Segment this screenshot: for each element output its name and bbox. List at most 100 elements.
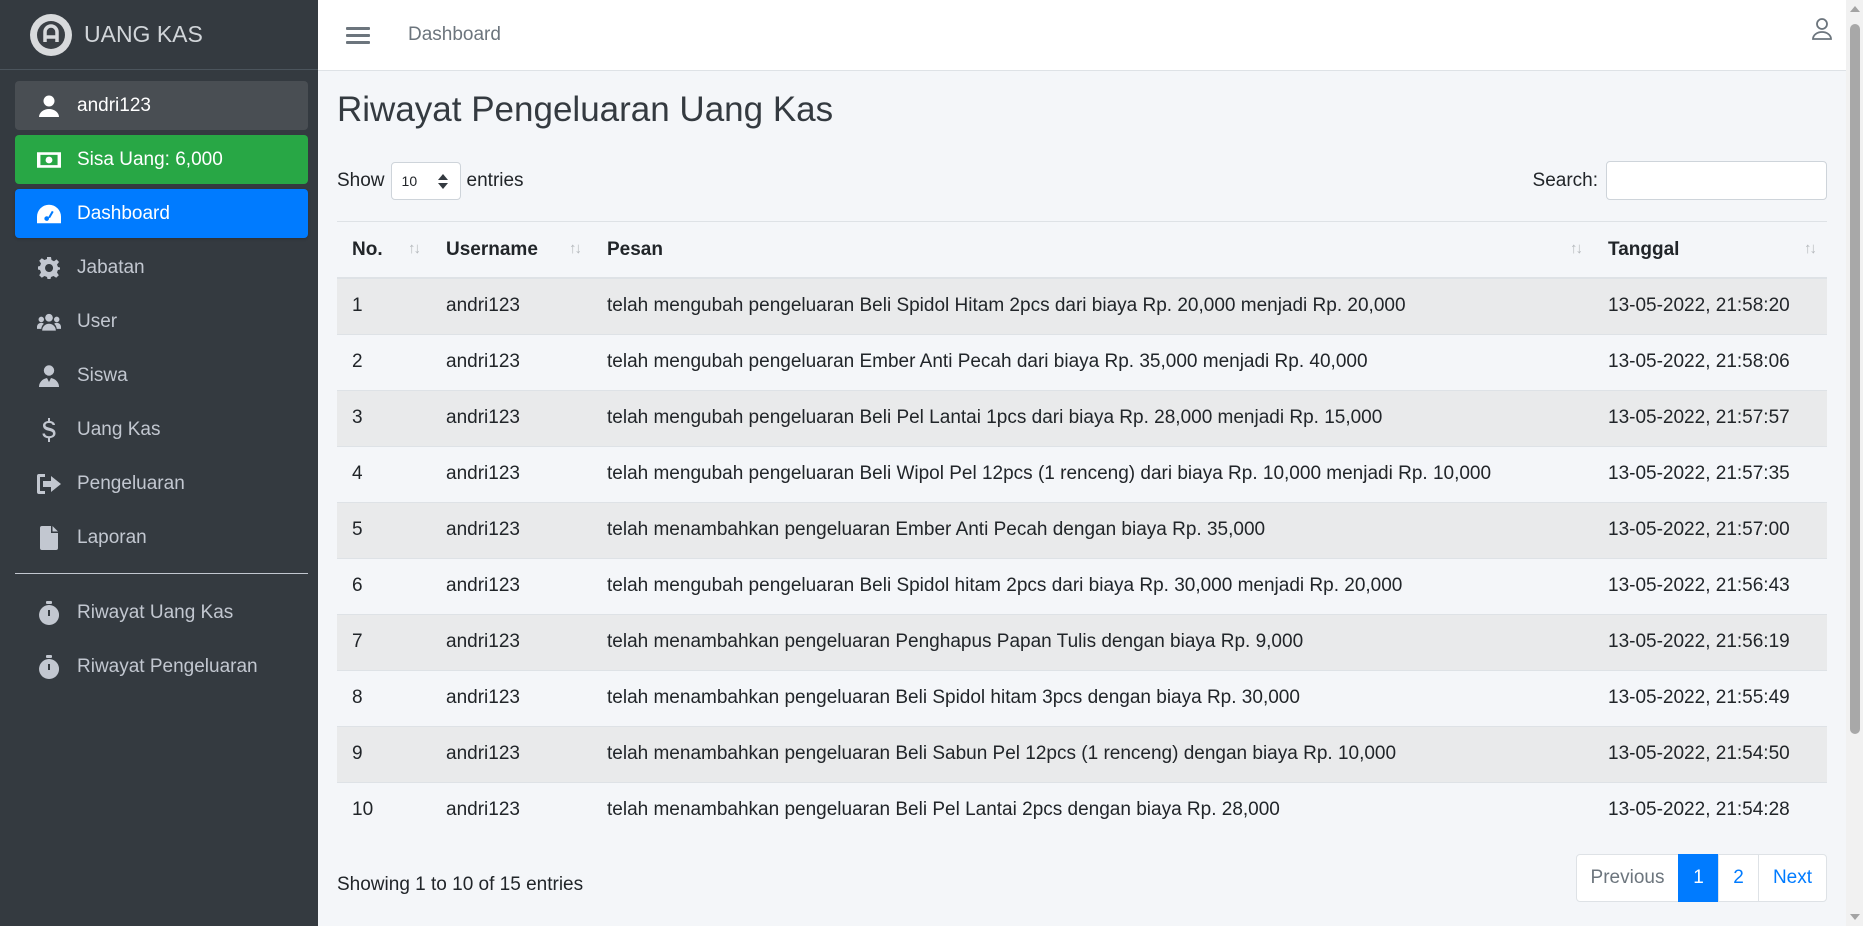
search-input[interactable]: [1606, 161, 1827, 200]
page-title: Riwayat Pengeluaran Uang Kas: [337, 90, 834, 129]
file-icon: [37, 525, 61, 550]
cell-pesan: telah mengubah pengeluaran Beli Pel Lant…: [607, 407, 1383, 428]
sidebar-item-label: Riwayat Pengeluaran: [77, 655, 258, 677]
cell-username: andri123: [446, 631, 520, 652]
sidebar-item-pengeluaran[interactable]: Pengeluaran: [15, 459, 308, 508]
column-header-username[interactable]: Username ↑↓: [431, 222, 592, 278]
cell-username: andri123: [446, 519, 520, 540]
column-header-no[interactable]: No. ↑↓: [337, 222, 431, 278]
pagination: Previous 1 2 Next: [1576, 854, 1827, 902]
sidebar-user[interactable]: andri123: [15, 81, 308, 130]
table-row: 9 andri123 telah menambahkan pengeluaran B…: [337, 726, 1827, 782]
sidebar-item-label: Dashboard: [77, 202, 170, 224]
sidebar-menu: andri123 Sisa Uang: 6,000 Dashboard Jaba…: [0, 70, 318, 691]
show-label: Show: [337, 169, 385, 191]
cell-no: 3: [352, 407, 363, 428]
cell-pesan: telah menambahkan pengeluaran Ember Anti…: [607, 519, 1266, 540]
stopwatch-icon: [37, 654, 61, 679]
sort-icon: ↑↓: [569, 240, 582, 257]
user-tie-icon: [37, 364, 61, 388]
sidebar: UANG KAS andri123 Sisa Uang: 6,000 Dashb…: [0, 0, 318, 926]
table-info: Showing 1 to 10 of 15 entries: [337, 874, 584, 895]
sidebar-item-jabatan[interactable]: Jabatan: [15, 243, 308, 292]
sidebar-balance-label: Sisa Uang: 6,000: [77, 148, 223, 170]
length-value: 10: [401, 172, 418, 189]
cell-tanggal: 13-05-2022, 21:56:19: [1608, 631, 1790, 652]
dollar-icon: [37, 417, 61, 442]
cell-pesan: telah mengubah pengeluaran Beli Spidol H…: [607, 295, 1406, 317]
topbar-dashboard-link[interactable]: Dashboard: [408, 24, 501, 46]
column-header-tanggal[interactable]: Tanggal ↑↓: [1593, 222, 1827, 278]
cell-no: 2: [352, 351, 363, 372]
sidebar-item-siswa[interactable]: Siswa: [15, 351, 308, 400]
brand-logo-icon: [30, 13, 72, 56]
main-content: Riwayat Pengeluaran Uang Kas Show 10 ent…: [337, 71, 1827, 902]
cell-no: 8: [352, 687, 363, 708]
cell-tanggal: 13-05-2022, 21:57:00: [1608, 519, 1790, 540]
brand[interactable]: UANG KAS: [0, 0, 318, 70]
menu-toggle-icon[interactable]: [346, 23, 370, 48]
users-icon: [37, 310, 61, 334]
cell-username: andri123: [446, 351, 520, 372]
cell-no: 7: [352, 631, 363, 652]
table-header-row: No. ↑↓ Username ↑↓ Pesan ↑↓ Tanggal ↑↓: [337, 222, 1827, 278]
entries-length-select[interactable]: 10: [390, 161, 461, 200]
cell-username: andri123: [446, 463, 520, 484]
cell-tanggal: 13-05-2022, 21:57:35: [1608, 463, 1790, 484]
cell-tanggal: 13-05-2022, 21:56:43: [1608, 575, 1790, 596]
sidebar-item-user[interactable]: User: [15, 297, 308, 346]
cell-no: 5: [352, 519, 363, 540]
sidebar-item-label: Siswa: [77, 364, 128, 386]
pagination-page-1[interactable]: 1: [1678, 854, 1719, 902]
sidebar-item-label: Jabatan: [77, 256, 145, 278]
pagination-page-2[interactable]: 2: [1718, 854, 1759, 902]
topbar: Dashboard: [318, 0, 1846, 71]
cell-no: 4: [352, 463, 363, 484]
sort-icon: ↑↓: [1804, 240, 1817, 257]
sidebar-divider: [15, 573, 308, 574]
cell-pesan: telah menambahkan pengeluaran Beli Spido…: [607, 687, 1300, 708]
sidebar-item-uang-kas[interactable]: Uang Kas: [15, 405, 308, 454]
cell-no: 10: [352, 799, 374, 821]
page-scrollbar[interactable]: [1846, 0, 1863, 926]
cell-no: 1: [352, 295, 363, 317]
cell-tanggal: 13-05-2022, 21:54:28: [1608, 799, 1790, 821]
user-account-icon[interactable]: [1812, 18, 1832, 45]
table-row: 6 andri123 telah mengubah pengeluaran Beli…: [337, 558, 1827, 614]
pagination-next-button[interactable]: Next: [1758, 854, 1827, 902]
table-row: 3 andri123 telah mengubah pengeluaran Beli…: [337, 390, 1827, 446]
table-row: 10 andri123 telah menambahkan pengeluaran …: [337, 782, 1827, 838]
cell-username: andri123: [446, 743, 520, 764]
sidebar-item-riwayat-pengeluaran[interactable]: Riwayat Pengeluaran: [15, 642, 308, 691]
cell-tanggal: 13-05-2022, 21:55:49: [1608, 687, 1790, 708]
scroll-up-arrow-icon[interactable]: [1850, 6, 1860, 12]
gear-icon: [37, 256, 61, 280]
column-header-pesan[interactable]: Pesan ↑↓: [592, 222, 1593, 278]
table-footer: Showing 1 to 10 of 15 entries Previous 1…: [337, 854, 1827, 902]
table-row: 7 andri123 telah menambahkan pengeluaran P…: [337, 614, 1827, 670]
user-icon: [37, 94, 61, 118]
sidebar-item-label: Riwayat Uang Kas: [77, 601, 234, 623]
table-row: 8 andri123 telah menambahkan pengeluaran B…: [337, 670, 1827, 726]
pagination-previous-button[interactable]: Previous: [1576, 854, 1679, 902]
cell-pesan: telah menambahkan pengeluaran Beli Pel L…: [607, 799, 1280, 821]
sidebar-item-label: Pengeluaran: [77, 472, 185, 494]
history-table: No. ↑↓ Username ↑↓ Pesan ↑↓ Tanggal ↑↓ 1 andr…: [337, 222, 1827, 838]
sidebar-item-laporan[interactable]: Laporan: [15, 513, 308, 562]
cell-pesan: telah mengubah pengeluaran Ember Anti Pe…: [607, 351, 1368, 372]
cell-tanggal: 13-05-2022, 21:58:06: [1608, 351, 1790, 372]
sidebar-balance[interactable]: Sisa Uang: 6,000: [15, 135, 308, 184]
entries-label: entries: [466, 169, 524, 191]
scroll-down-arrow-icon[interactable]: [1850, 914, 1860, 920]
cell-no: 6: [352, 575, 363, 596]
scroll-thumb[interactable]: [1850, 24, 1860, 734]
sort-icon: ↑↓: [408, 240, 421, 257]
stopwatch-icon: [37, 600, 61, 625]
sidebar-item-label: Laporan: [77, 526, 147, 548]
cell-no: 9: [352, 743, 363, 764]
sidebar-item-dashboard[interactable]: Dashboard: [15, 189, 308, 238]
table-row: 1 andri123 telah mengubah pengeluaran Beli…: [337, 278, 1827, 334]
select-arrows-icon: [437, 173, 448, 189]
sign-out-icon: [37, 472, 61, 496]
sidebar-item-riwayat-uang-kas[interactable]: Riwayat Uang Kas: [15, 588, 308, 637]
